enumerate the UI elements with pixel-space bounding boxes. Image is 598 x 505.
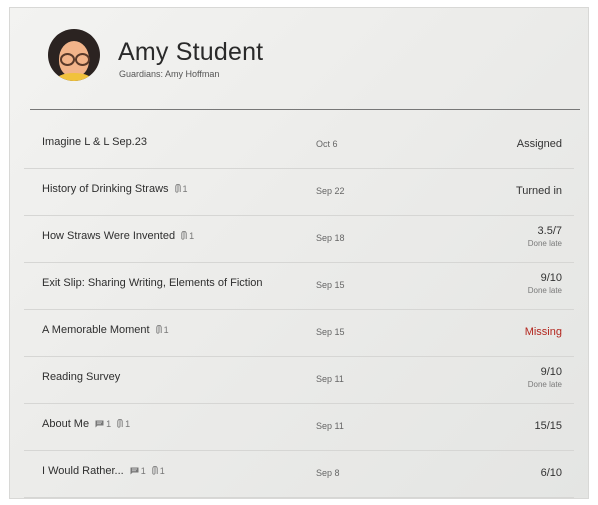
paperclip-icon (152, 466, 158, 476)
due-date: Sep 15 (316, 327, 345, 337)
attachment-count: 1 (117, 419, 130, 429)
assignment-status: 6/10 (422, 467, 562, 479)
grade-text: 3.5/7 (537, 225, 562, 237)
due-date: Sep 18 (316, 233, 345, 243)
late-note: Done late (527, 380, 562, 389)
assignment-title-text: About Me (42, 418, 90, 430)
attachment-count-value: 1 (125, 419, 131, 429)
guardian-summary-panel: Amy Student Guardians: Amy Hoffman Imagi… (10, 8, 588, 498)
comment-count-value: 1 (106, 419, 112, 429)
assignment-title: Reading Survey (42, 371, 120, 383)
assignment-title-text: A Memorable Moment (42, 324, 150, 336)
due-date: Sep 15 (316, 280, 345, 290)
due-date: Oct 6 (316, 139, 338, 149)
assignment-status: Turned in (422, 185, 562, 197)
assignment-row[interactable]: Reading Survey Sep 11 9/10 Done late (24, 357, 574, 404)
grade-text: 9/10 (540, 366, 562, 378)
assignment-title-text: I Would Rather... (42, 465, 124, 477)
assignment-row[interactable]: History of Drinking Straws 1 Sep 22 Turn… (24, 169, 574, 216)
comment-icon (95, 420, 104, 428)
assignment-title: History of Drinking Straws 1 (42, 183, 188, 195)
paperclip-icon (174, 184, 181, 194)
comment-count: 1 (95, 419, 111, 429)
comment-icon (130, 467, 139, 475)
grade-text: 15/15 (534, 420, 562, 432)
attachment-count-value: 1 (182, 184, 188, 194)
attachment-count-value: 1 (189, 231, 195, 241)
assignment-status: Missing (422, 326, 562, 338)
attachment-count-value: 1 (159, 466, 165, 476)
paperclip-icon (117, 419, 123, 429)
assignment-title: I Would Rather... 1 1 (42, 465, 165, 477)
assignment-row[interactable]: About Me 1 1 Sep 11 15/15 (24, 404, 574, 451)
header-divider (30, 109, 580, 110)
grade-text: 9/10 (540, 272, 562, 284)
assignment-title: A Memorable Moment 1 (42, 324, 169, 336)
due-date: Sep 8 (316, 468, 340, 478)
late-note: Done late (527, 239, 562, 248)
assignment-title-text: How Straws Were Invented (42, 230, 176, 242)
assignment-row[interactable]: I Would Rather... 1 1 Sep 8 6/10 (24, 451, 574, 498)
comment-count: 1 (130, 466, 146, 476)
student-header: Amy Student Guardians: Amy Hoffman (10, 8, 588, 110)
assignment-row[interactable]: How Straws Were Invented 1 Sep 18 3.5/7 … (24, 216, 574, 263)
paperclip-icon (181, 231, 187, 241)
avatar-glasses (75, 53, 90, 66)
status-text: Turned in (515, 185, 562, 197)
assignment-status: 15/15 (422, 420, 562, 432)
assignment-title: How Straws Were Invented 1 (42, 230, 194, 242)
paperclip-icon (155, 325, 162, 335)
attachment-count: 1 (174, 184, 188, 194)
avatar-shirt (56, 73, 92, 81)
late-note: Done late (527, 286, 562, 295)
assignment-title-text: Reading Survey (42, 371, 121, 383)
assignment-title-text: History of Drinking Straws (42, 183, 169, 195)
status-text: Assigned (516, 138, 562, 150)
assignment-list: Imagine L & L Sep.23 Oct 6 Assigned Hist… (10, 122, 588, 498)
attachment-count: 1 (181, 231, 194, 241)
student-name: Amy Student (118, 38, 264, 66)
assignment-title: Exit Slip: Sharing Writing, Elements of … (42, 277, 263, 289)
comment-count-value: 1 (140, 466, 146, 476)
assignment-row[interactable]: Exit Slip: Sharing Writing, Elements of … (24, 263, 574, 310)
due-date: Sep 11 (316, 421, 344, 431)
assignment-row[interactable]: A Memorable Moment 1 Sep 15 Missing (24, 310, 574, 357)
attachment-count: 1 (155, 325, 169, 335)
due-date: Sep 22 (316, 186, 345, 196)
due-date: Sep 11 (316, 374, 344, 384)
assignment-status: Assigned (422, 138, 562, 150)
guardians-label: Guardians: Amy Hoffman (119, 69, 220, 79)
attachment-count: 1 (152, 466, 165, 476)
assignment-title-text: Imagine L & L Sep.23 (42, 136, 147, 148)
missing-status: Missing (524, 326, 562, 338)
assignment-status: 9/10 Done late (422, 366, 562, 389)
avatar (48, 29, 100, 81)
assignment-row[interactable]: Imagine L & L Sep.23 Oct 6 Assigned (24, 122, 574, 169)
assignment-title-text: Exit Slip: Sharing Writing, Elements of … (42, 277, 263, 289)
assignment-title: Imagine L & L Sep.23 (42, 136, 147, 148)
assignment-status: 9/10 Done late (422, 272, 562, 295)
avatar-glasses (60, 53, 75, 66)
assignment-title: About Me 1 1 (42, 418, 130, 430)
grade-text: 6/10 (540, 467, 562, 479)
assignment-status: 3.5/7 Done late (422, 225, 562, 248)
attachment-count-value: 1 (163, 325, 169, 335)
